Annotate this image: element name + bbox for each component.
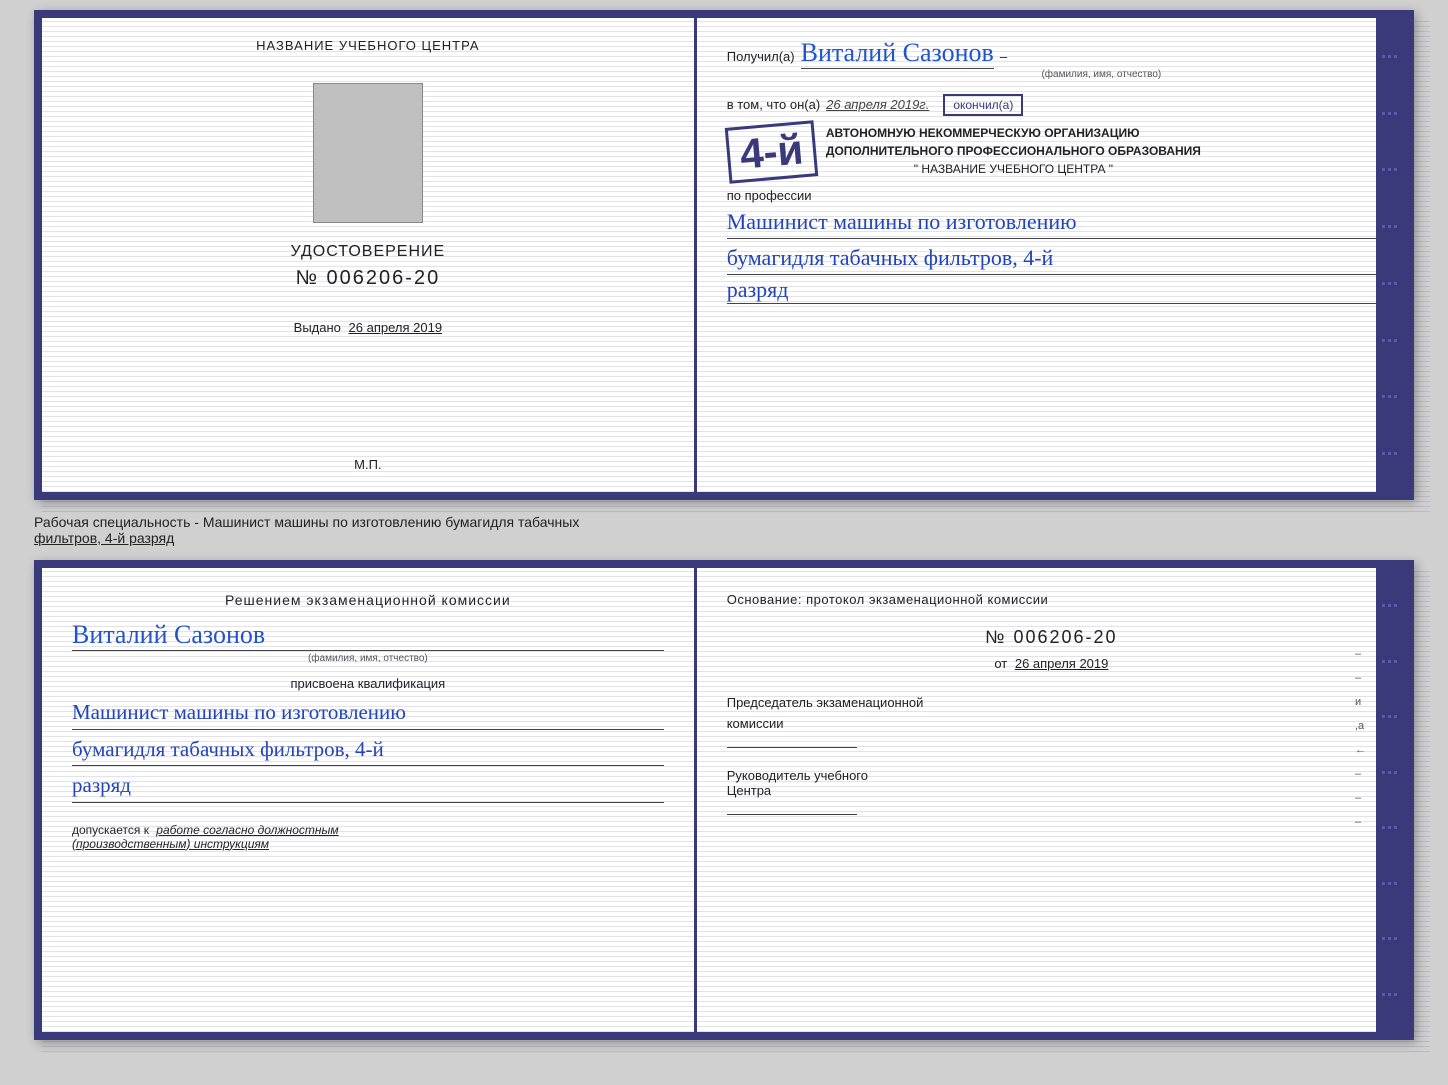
prisvoena-label: присвоена квалификация bbox=[72, 676, 664, 691]
ruk-label: Руководитель учебного bbox=[727, 768, 1376, 783]
spine-bottom bbox=[1376, 568, 1406, 1032]
profession-line1: Машинист машины по изготовлению bbox=[727, 207, 1376, 239]
stamp-num: 4-й bbox=[738, 128, 805, 175]
stamp-box: 4-й bbox=[724, 120, 818, 184]
profession-line2: бумагидля табачных фильтров, 4-й bbox=[727, 243, 1376, 275]
spine-tex-7 bbox=[1382, 395, 1400, 398]
spine-btex-8 bbox=[1382, 993, 1400, 996]
stamp-row: 4-й АВТОНОМНУЮ НЕКОММЕРЧЕСКУЮ ОРГАНИЗАЦИ… bbox=[727, 124, 1376, 180]
pred-label-1: Председатель экзаменационной bbox=[727, 695, 924, 710]
cert-bottom-left-panel: Решением экзаменационной комиссии Витали… bbox=[42, 568, 697, 1032]
right-side-labels-b: – – и ,а ← – – – bbox=[1355, 648, 1366, 828]
dash-rb2: – bbox=[1355, 672, 1366, 684]
po-professii: по профессии bbox=[727, 188, 1376, 203]
dopusk-row: допускается к работе согласно должностны… bbox=[72, 823, 664, 837]
vydano-line: Выдано 26 апреля 2019 bbox=[294, 320, 442, 335]
pred-label: Председатель экзаменационной bbox=[727, 695, 1376, 710]
a-label-rb: ,а bbox=[1355, 720, 1366, 732]
dopusk-prefix: допускается к bbox=[72, 823, 149, 837]
info-bar: Рабочая специальность - Машинист машины … bbox=[34, 508, 1414, 552]
page-container: НАЗВАНИЕ УЧЕБНОГО ЦЕНТРА УДОСТОВЕРЕНИЕ №… bbox=[0, 0, 1448, 1085]
i-label-rb: и bbox=[1355, 696, 1366, 708]
ot-date-row: от 26 апреля 2019 bbox=[727, 656, 1376, 671]
cert-bottom-right-panel: Основание: протокол экзаменационной коми… bbox=[697, 568, 1406, 1032]
spine-btex-4 bbox=[1382, 771, 1400, 774]
ruk-label2: Центра bbox=[727, 783, 1376, 798]
resheniem-label: Решением экзаменационной комиссии bbox=[225, 592, 511, 608]
spine-tex-8 bbox=[1382, 452, 1400, 455]
fio-subtitle: (фамилия, имя, отчество) bbox=[72, 653, 664, 664]
org-line2: ДОПОЛНИТЕЛЬНОГО ПРОФЕССИОНАЛЬНОГО ОБРАЗО… bbox=[826, 142, 1201, 160]
ot-date: 26 апреля 2019 bbox=[1015, 656, 1109, 671]
razryad: разряд bbox=[727, 277, 1376, 304]
arrow-label-rb: ← bbox=[1355, 744, 1366, 756]
bottom-num: № 006206-20 bbox=[727, 627, 1376, 648]
okoncil-badge: окончил(а) bbox=[943, 94, 1023, 116]
dopusk-text2: (производственным) инструкциям bbox=[72, 837, 269, 851]
info-text-1: Рабочая специальность - Машинист машины … bbox=[34, 514, 579, 530]
spine-btex-6 bbox=[1382, 882, 1400, 885]
spine-tex-2 bbox=[1382, 112, 1400, 115]
pred-label2: комиссии bbox=[727, 716, 1376, 731]
vtom-row: в том, что он(а) 26 апреля 2019г. окончи… bbox=[727, 94, 1376, 116]
certificate-bottom: Решением экзаменационной комиссии Витали… bbox=[34, 560, 1414, 1040]
info-text: Рабочая специальность - Машинист машины … bbox=[34, 514, 1414, 530]
vydano-date: 26 апреля 2019 bbox=[349, 320, 443, 335]
vtom-prefix: в том, что он(а) bbox=[727, 97, 820, 112]
info-text-2: фильтров, 4-й разряд bbox=[34, 530, 1414, 546]
org-block: АВТОНОМНУЮ НЕКОММЕРЧЕСКУЮ ОРГАНИЗАЦИЮ ДО… bbox=[826, 124, 1201, 178]
spine-btex-1 bbox=[1382, 604, 1400, 607]
spine-top bbox=[1376, 18, 1406, 492]
qual-line1: Машинист машины по изготовлению bbox=[72, 697, 664, 730]
dopusk-text: работе согласно должностным bbox=[156, 823, 338, 837]
poluchil-prefix: Получил(а) bbox=[727, 49, 795, 64]
dash-rb4: – bbox=[1355, 792, 1366, 804]
vydano-label: Выдано bbox=[294, 320, 341, 335]
udost-num: № 006206-20 bbox=[296, 267, 441, 290]
spine-tex-5 bbox=[1382, 282, 1400, 285]
spine-tex-6 bbox=[1382, 339, 1400, 342]
ruk-sign-line bbox=[727, 814, 857, 815]
udost-label: УДОСТОВЕРЕНИЕ bbox=[291, 243, 446, 261]
spine-tex-4 bbox=[1382, 225, 1400, 228]
poluchil-row: Получил(а) Виталий Сазонов – bbox=[727, 38, 1376, 69]
spine-btex-7 bbox=[1382, 937, 1400, 940]
poluchil-subtitle: (фамилия, имя, отчество) bbox=[827, 69, 1376, 80]
spine-btex-5 bbox=[1382, 826, 1400, 829]
qual-line2: бумагидля табачных фильтров, 4-й bbox=[72, 734, 664, 767]
spine-tex-1 bbox=[1382, 55, 1400, 58]
resheniem-container: Решением экзаменационной комиссии bbox=[72, 592, 664, 608]
org-line3: " НАЗВАНИЕ УЧЕБНОГО ЦЕНТРА " bbox=[826, 160, 1201, 178]
poluchil-dash: – bbox=[1000, 49, 1007, 64]
poluchil-name: Виталий Сазонов bbox=[801, 38, 994, 69]
mp-label: М.П. bbox=[354, 457, 381, 472]
dopusk-row2: (производственным) инструкциям bbox=[72, 837, 664, 851]
info-text-2-content: фильтров, 4-й разряд bbox=[34, 530, 174, 546]
ot-prefix: от bbox=[994, 656, 1007, 671]
cert-top-right-panel: Получил(а) Виталий Сазонов – (фамилия, и… bbox=[697, 18, 1406, 492]
vtom-date: 26 апреля 2019г. bbox=[826, 97, 929, 112]
school-name-top: НАЗВАНИЕ УЧЕБНОГО ЦЕНТРА bbox=[256, 38, 479, 53]
spine-tex-3 bbox=[1382, 168, 1400, 171]
fio-bottom: Виталий Сазонов bbox=[72, 620, 664, 651]
ruk-label-1: Руководитель учебного bbox=[727, 768, 868, 783]
pred-sign-line bbox=[727, 747, 857, 748]
org-line1: АВТОНОМНУЮ НЕКОММЕРЧЕСКУЮ ОРГАНИЗАЦИЮ bbox=[826, 124, 1201, 142]
spine-btex-2 bbox=[1382, 660, 1400, 663]
qual-line3: разряд bbox=[72, 770, 664, 803]
dash-rb3: – bbox=[1355, 768, 1366, 780]
dash-rb1: – bbox=[1355, 648, 1366, 660]
photo-placeholder bbox=[313, 83, 423, 223]
certificate-top: НАЗВАНИЕ УЧЕБНОГО ЦЕНТРА УДОСТОВЕРЕНИЕ №… bbox=[34, 10, 1414, 500]
dash-rb5: – bbox=[1355, 816, 1366, 828]
cert-top-left-panel: НАЗВАНИЕ УЧЕБНОГО ЦЕНТРА УДОСТОВЕРЕНИЕ №… bbox=[42, 18, 697, 492]
spine-btex-3 bbox=[1382, 715, 1400, 718]
osnov-label: Основание: протокол экзаменационной коми… bbox=[727, 592, 1376, 607]
